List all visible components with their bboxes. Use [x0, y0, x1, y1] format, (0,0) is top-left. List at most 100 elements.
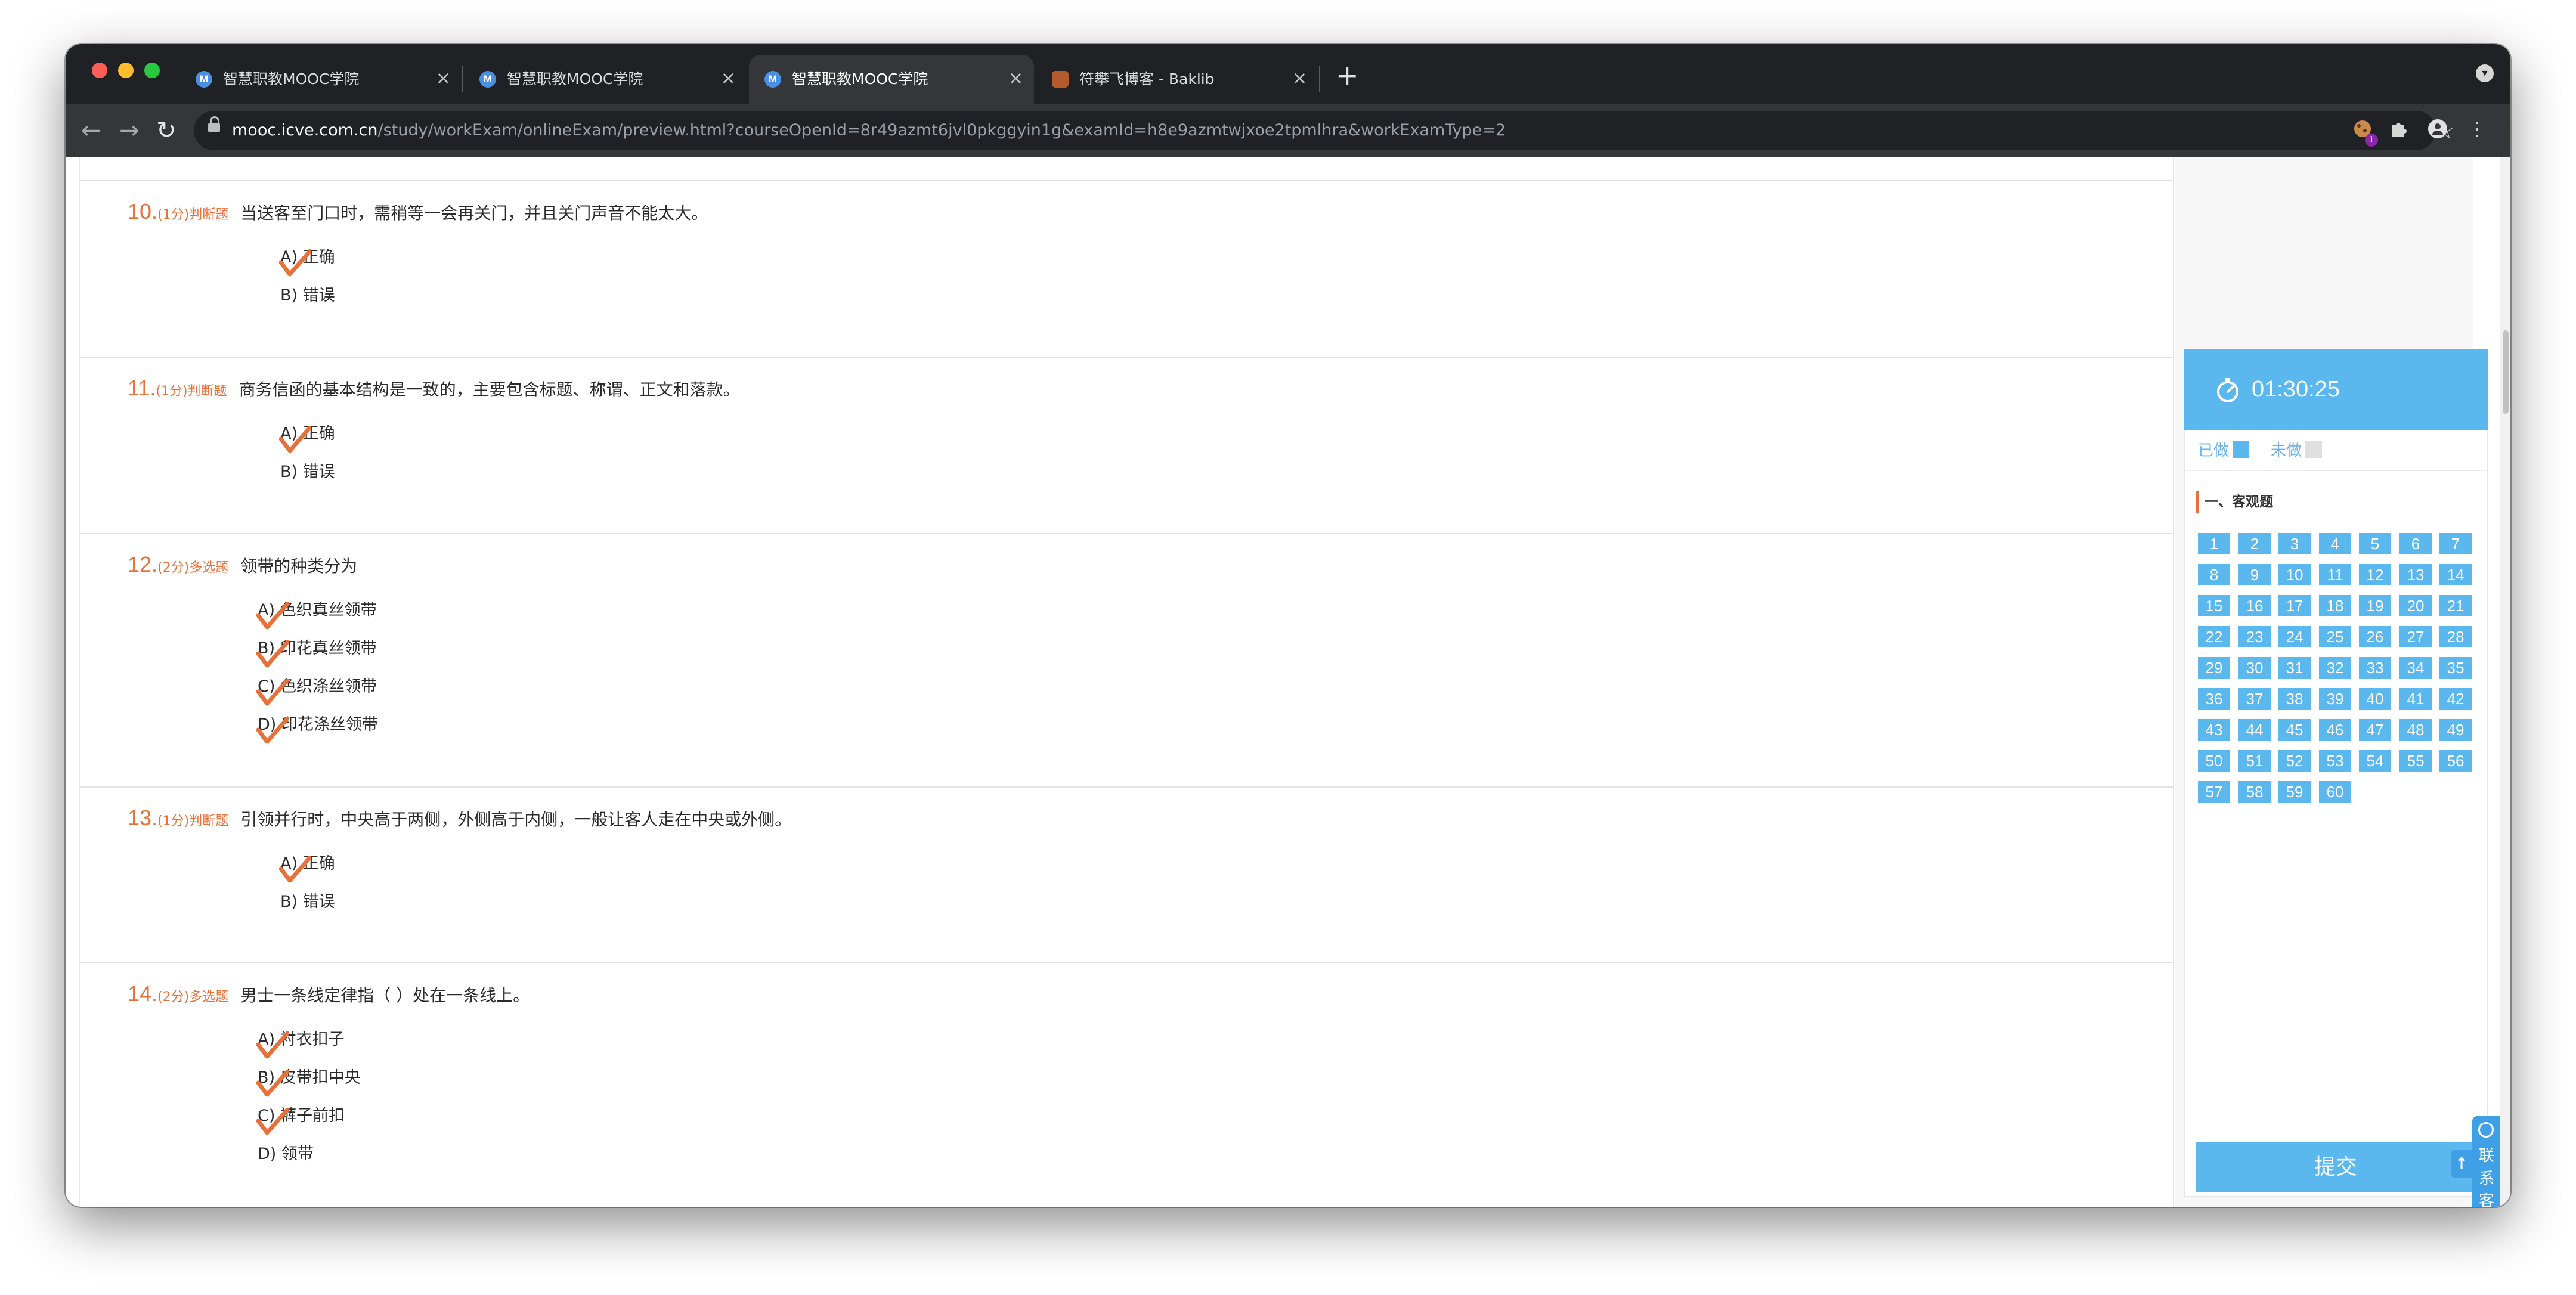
question-nav-button[interactable]: 56 — [2439, 750, 2472, 772]
question-nav-button[interactable]: 41 — [2399, 688, 2432, 710]
question-nav-button[interactable]: 53 — [2319, 750, 2351, 772]
question-nav-button[interactable]: 1 — [2198, 533, 2230, 554]
question-nav-button[interactable]: 33 — [2359, 657, 2391, 679]
question-nav-button[interactable]: 16 — [2238, 595, 2271, 616]
question-nav-button[interactable]: 21 — [2439, 595, 2472, 616]
question-nav-button[interactable]: 14 — [2439, 564, 2472, 585]
question-nav-button[interactable]: 5 — [2359, 533, 2391, 554]
question-nav-button[interactable]: 57 — [2198, 781, 2230, 803]
answer-option[interactable]: D) 领带 — [258, 1142, 314, 1166]
question-nav-button[interactable]: 60 — [2319, 781, 2351, 803]
question-nav-button[interactable]: 13 — [2399, 564, 2432, 585]
question-nav-button[interactable]: 49 — [2439, 719, 2472, 741]
question-nav-button[interactable]: 54 — [2359, 750, 2391, 772]
question-nav-button[interactable]: 52 — [2278, 750, 2311, 772]
question-nav-button[interactable]: 39 — [2319, 688, 2351, 710]
question-nav-button[interactable]: 32 — [2319, 657, 2351, 679]
tab-mooc-2[interactable]: M 智慧职教MOOC学院 × — [464, 55, 747, 104]
question-nav-button[interactable]: 22 — [2198, 626, 2230, 648]
question-nav-button[interactable]: 58 — [2238, 781, 2271, 803]
question-type: 多选题 — [189, 560, 229, 575]
contact-service-button[interactable]: 联 系 客 服 — [2472, 1116, 2501, 1207]
question-nav-button[interactable]: 46 — [2319, 719, 2351, 741]
question-nav-button[interactable]: 6 — [2399, 533, 2432, 554]
profile-icon[interactable] — [2425, 116, 2451, 142]
close-window-button[interactable] — [92, 63, 107, 78]
forward-arrow-icon[interactable]: → — [119, 114, 140, 147]
minimize-window-button[interactable] — [118, 63, 134, 78]
tab-close-icon[interactable]: × — [1292, 67, 1307, 91]
question-nav-button[interactable]: 51 — [2238, 750, 2271, 772]
new-tab-button[interactable]: + — [1336, 58, 1359, 92]
tab-mooc-1[interactable]: M 智慧职教MOOC学院 × — [180, 55, 462, 104]
question-nav-button[interactable]: 44 — [2238, 719, 2271, 741]
url-text[interactable]: mooc.icve.com.cn/study/workExam/onlineEx… — [232, 119, 1506, 142]
extensions-puzzle-icon[interactable] — [2385, 116, 2411, 142]
question-nav-button[interactable]: 12 — [2359, 564, 2391, 585]
question-nav-button[interactable]: 28 — [2439, 626, 2472, 648]
submit-button[interactable]: 提交 — [2196, 1142, 2476, 1192]
question-nav-button[interactable]: 7 — [2439, 533, 2472, 554]
question-nav-button[interactable]: 40 — [2359, 688, 2391, 710]
question-nav-button[interactable]: 24 — [2278, 626, 2311, 648]
address-bar[interactable]: mooc.icve.com.cn/study/workExam/onlineEx… — [194, 111, 2455, 150]
question-nav-button[interactable]: 50 — [2198, 750, 2230, 772]
question-nav-button[interactable]: 20 — [2399, 595, 2432, 616]
question-nav-button[interactable]: 43 — [2198, 719, 2230, 741]
question-nav-button[interactable]: 30 — [2238, 657, 2271, 679]
answer-option[interactable]: B) 错误 — [280, 460, 335, 484]
question-nav-button[interactable]: 55 — [2399, 750, 2432, 772]
tab-close-icon[interactable]: × — [1008, 67, 1023, 91]
question-nav-button[interactable]: 15 — [2198, 595, 2230, 616]
lock-icon — [208, 116, 220, 132]
question-nav-button[interactable]: 25 — [2319, 626, 2351, 648]
scrollbar-thumb[interactable] — [2503, 330, 2509, 414]
tab-mooc-active[interactable]: M 智慧职教MOOC学院 × — [749, 55, 1034, 104]
question-nav-button[interactable]: 48 — [2399, 719, 2432, 741]
reload-icon[interactable]: ↻ — [156, 114, 177, 147]
answer-option[interactable]: B) 错误 — [280, 890, 335, 914]
question-number: 10. — [128, 199, 158, 224]
back-arrow-icon[interactable]: ← — [81, 114, 101, 147]
question-nav-button[interactable]: 17 — [2278, 595, 2311, 616]
back-to-top-button[interactable]: ↑ — [2451, 1150, 2472, 1178]
question-nav-button[interactable]: 3 — [2278, 533, 2311, 554]
question-nav-button[interactable]: 37 — [2238, 688, 2271, 710]
question-nav-button[interactable]: 10 — [2278, 564, 2311, 585]
question-nav-button[interactable]: 59 — [2278, 781, 2311, 803]
question-nav-button[interactable]: 26 — [2359, 626, 2391, 648]
question-separator — [80, 357, 2173, 358]
question-header: 10.(1分)判断题 当送客至门口时，需稍等一会再关门，并且关门声音不能太大。 — [128, 197, 708, 230]
question-nav-button[interactable]: 23 — [2238, 626, 2271, 648]
question-nav-button[interactable]: 18 — [2319, 595, 2351, 616]
question-nav-button[interactable]: 9 — [2238, 564, 2271, 585]
question-nav-button[interactable]: 11 — [2319, 564, 2351, 585]
check-mark-icon — [256, 640, 289, 668]
question-list: 10.(1分)判断题 当送客至门口时，需稍等一会再关门，并且关门声音不能太大。 A)… — [79, 157, 2174, 1207]
question-nav-button[interactable]: 31 — [2278, 657, 2311, 679]
tab-search-icon[interactable]: ▾ — [2476, 64, 2494, 82]
tab-close-icon[interactable]: × — [436, 67, 451, 91]
question-nav-button[interactable]: 8 — [2198, 564, 2230, 585]
answer-option[interactable]: B) 错误 — [280, 284, 335, 308]
question-nav-button[interactable]: 45 — [2278, 719, 2311, 741]
question-nav-button[interactable]: 2 — [2238, 533, 2271, 554]
mooc-favicon-icon: M — [479, 71, 496, 88]
question-nav-button[interactable]: 38 — [2278, 688, 2311, 710]
question-nav-button[interactable]: 42 — [2439, 688, 2472, 710]
question-nav-button[interactable]: 29 — [2198, 657, 2230, 679]
tab-close-icon[interactable]: × — [721, 67, 736, 91]
page-scrollbar[interactable] — [2500, 157, 2510, 1207]
question-nav-button[interactable]: 47 — [2359, 719, 2391, 741]
question-nav-button[interactable]: 4 — [2319, 533, 2351, 554]
question-nav-button[interactable]: 34 — [2399, 657, 2432, 679]
question-number: 14. — [128, 981, 158, 1006]
question-nav-button[interactable]: 19 — [2359, 595, 2391, 616]
question-nav-button[interactable]: 27 — [2399, 626, 2432, 648]
question-nav-button[interactable]: 35 — [2439, 657, 2472, 679]
maximize-window-button[interactable] — [144, 63, 160, 78]
tab-baklib[interactable]: 符攀飞博客 - Baklib × — [1036, 55, 1318, 104]
browser-menu-icon[interactable]: ⋮ — [2464, 116, 2490, 142]
extension-cookie-icon[interactable]: 1 — [2349, 116, 2378, 147]
question-nav-button[interactable]: 36 — [2198, 688, 2230, 710]
